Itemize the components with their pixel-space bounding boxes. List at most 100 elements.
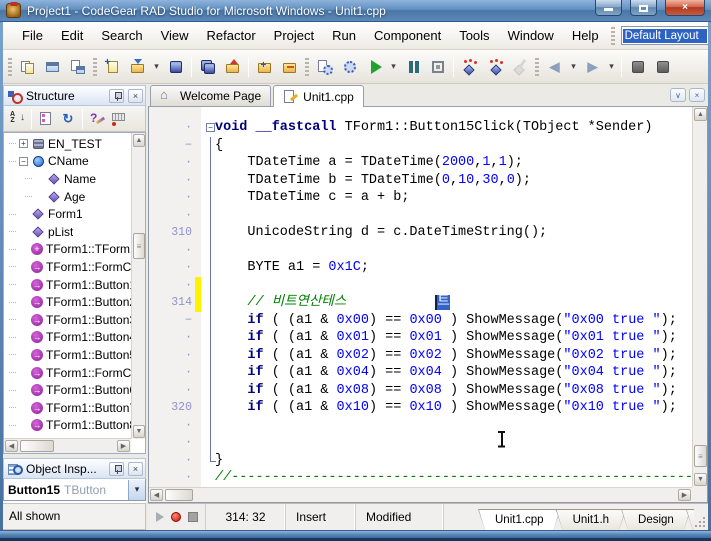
close-button[interactable]: × xyxy=(665,0,705,16)
program-reset-button[interactable] xyxy=(425,55,450,79)
tree-item-name[interactable]: Name xyxy=(5,170,131,188)
tree-item-tform1-button8[interactable]: →TForm1::Button8 xyxy=(5,417,131,435)
doc-pencil-button[interactable]: ? xyxy=(86,109,108,129)
remove-from-project-button[interactable] xyxy=(277,55,302,79)
tree-horizontal-scrollbar[interactable]: ◀ ▶ xyxy=(4,438,131,453)
editor-horizontal-scrollbar[interactable]: ◀ ▶ xyxy=(149,487,692,502)
scroll-thumb[interactable] xyxy=(20,440,54,452)
scroll-right-icon[interactable]: ▶ xyxy=(678,489,691,501)
toolbar-grip[interactable] xyxy=(611,27,615,45)
open-file-dropdown-button[interactable]: ▾ xyxy=(150,55,163,79)
run-dropdown-button[interactable]: ▾ xyxy=(387,55,400,79)
code-text[interactable]: TDateTime c = a + b; xyxy=(215,189,409,207)
structure-close-button[interactable]: × xyxy=(128,89,143,103)
resize-grip[interactable] xyxy=(694,504,708,530)
scroll-right-icon[interactable]: ▶ xyxy=(117,440,130,452)
toolbar-grip[interactable] xyxy=(93,58,97,76)
menu-component[interactable]: Component xyxy=(365,24,450,47)
editor-vertical-scrollbar[interactable]: ▲ ≡ ▼ xyxy=(692,107,707,487)
new-file-button[interactable]: + xyxy=(100,55,125,79)
play-icon[interactable] xyxy=(156,512,164,522)
toolbar-grip[interactable] xyxy=(305,58,309,76)
tree-item-tform1-button3[interactable]: →TForm1::Button3 xyxy=(5,311,131,329)
inspector-pin-button[interactable] xyxy=(109,462,124,476)
menu-help[interactable]: Help xyxy=(563,24,608,47)
code-text[interactable]: } xyxy=(215,452,223,470)
pause-button[interactable] xyxy=(400,55,425,79)
ruler-button[interactable] xyxy=(108,109,130,129)
code-text[interactable]: UnicodeString d = c.DateTimeString(); xyxy=(215,224,547,242)
scroll-thumb[interactable] xyxy=(165,489,193,501)
bottom-tab-design[interactable]: Design xyxy=(621,509,691,530)
desktop-layout-combo[interactable]: Default Layout ▾ xyxy=(621,26,708,45)
refresh-button[interactable]: ↻ xyxy=(57,109,79,129)
tree-item-tform1-button6[interactable]: →TForm1::Button6 xyxy=(5,381,131,399)
build-project-button[interactable] xyxy=(337,55,362,79)
toolbar-grip[interactable] xyxy=(535,58,539,76)
scroll-up-icon[interactable]: ▲ xyxy=(694,108,707,121)
menu-view[interactable]: View xyxy=(152,24,198,47)
structure-pin-button[interactable] xyxy=(109,89,124,103)
code-text[interactable]: void __fastcall TForm1::Button15Click(TO… xyxy=(215,119,652,137)
expand-icon[interactable]: + xyxy=(19,139,28,148)
tree-item-tform1-button7[interactable]: →TForm1::Button7 xyxy=(5,399,131,417)
toggle-form-unit-button[interactable] xyxy=(65,55,90,79)
tree-vertical-scrollbar[interactable]: ▲ ≡ ▼ xyxy=(131,133,145,439)
tree-item-tform1-button2[interactable]: →TForm1::Button2 xyxy=(5,293,131,311)
title-bar[interactable]: Project1 - CodeGear RAD Studio for Micro… xyxy=(0,0,711,22)
scroll-left-icon[interactable]: ◀ xyxy=(150,489,163,501)
scroll-thumb[interactable]: ≡ xyxy=(694,445,707,467)
menu-tools[interactable]: Tools xyxy=(450,24,498,47)
scroll-up-icon[interactable]: ▲ xyxy=(133,134,145,147)
bottom-tab-unit1-h[interactable]: Unit1.h xyxy=(556,509,626,530)
inspector-object-combo[interactable]: Button15 TButton ▾ xyxy=(3,479,146,501)
tab-list-dropdown-icon[interactable]: ∨ xyxy=(670,88,686,102)
scroll-down-icon[interactable]: ▼ xyxy=(133,425,145,438)
toolbar-grip[interactable] xyxy=(8,58,12,76)
maximize-button[interactable] xyxy=(630,0,657,16)
collapse-icon[interactable]: − xyxy=(19,157,28,166)
scroll-left-icon[interactable]: ◀ xyxy=(5,440,18,452)
tree-item-plist[interactable]: pList xyxy=(5,223,131,241)
menu-run[interactable]: Run xyxy=(323,24,365,47)
navigate-forward-dropdown-button[interactable]: ▾ xyxy=(605,55,618,79)
menu-refactor[interactable]: Refactor xyxy=(198,24,265,47)
open-project-button[interactable] xyxy=(220,55,245,79)
code-area[interactable]: ·−void __fastcall TForm1::Button15Click(… xyxy=(149,107,692,487)
tab-welcome-page[interactable]: ⌂Welcome Page xyxy=(150,85,271,106)
add-to-project-button[interactable]: + xyxy=(252,55,277,79)
navigate-back-button[interactable]: ◀ xyxy=(542,55,567,79)
save-file-button[interactable] xyxy=(163,55,188,79)
tree-item-tform1-button4[interactable]: →TForm1::Button4 xyxy=(5,329,131,347)
code-text[interactable]: if ( (a1 & 0x02) == 0x02 ) ShowMessage("… xyxy=(215,347,677,365)
class-view-button[interactable] xyxy=(35,109,57,129)
tree-item-tform1-formcl[interactable]: →TForm1::FormCl xyxy=(5,364,131,382)
code-editor[interactable]: ·−void __fastcall TForm1::Button15Click(… xyxy=(148,107,708,503)
inspector-filter-status[interactable]: All shown xyxy=(3,503,146,530)
tab-close-icon[interactable]: × xyxy=(689,88,705,102)
code-text[interactable]: // 비트연산테스 트 xyxy=(215,294,450,312)
sort-alpha-button[interactable]: AZ↓ xyxy=(6,109,28,129)
inspector-close-button[interactable]: × xyxy=(128,462,143,476)
window-2-button[interactable] xyxy=(650,55,675,79)
tree-item-tform1-tform1[interactable]: +TForm1::TForm1 xyxy=(5,241,131,259)
step-over-button[interactable] xyxy=(457,55,482,79)
code-text[interactable]: if ( (a1 & 0x01) == 0x01 ) ShowMessage("… xyxy=(215,329,677,347)
code-text[interactable]: TDateTime a = TDateTime(2000,1,1); xyxy=(215,154,523,172)
trace-to-next-button[interactable] xyxy=(507,55,532,79)
tree-item-en-test[interactable]: +EN_TEST xyxy=(5,135,131,153)
menu-edit[interactable]: Edit xyxy=(52,24,92,47)
minimize-button[interactable] xyxy=(595,0,622,16)
code-text[interactable]: if ( (a1 & 0x04) == 0x04 ) ShowMessage("… xyxy=(215,364,677,382)
bottom-tab-unit1-cpp[interactable]: Unit1.cpp xyxy=(478,509,561,530)
window-1-button[interactable] xyxy=(625,55,650,79)
compile-unit-button[interactable] xyxy=(312,55,337,79)
code-text[interactable]: BYTE a1 = 0x1C; xyxy=(215,259,369,277)
code-text[interactable]: TDateTime b = TDateTime(0,10,30,0); xyxy=(215,172,531,190)
view-form-button[interactable] xyxy=(40,55,65,79)
code-text[interactable]: { xyxy=(215,137,223,155)
tree-item-tform1-button5[interactable]: →TForm1::Button5 xyxy=(5,346,131,364)
open-file-button[interactable] xyxy=(125,55,150,79)
tree-item-form1[interactable]: Form1 xyxy=(5,205,131,223)
code-text[interactable]: if ( (a1 & 0x00) == 0x00 ) ShowMessage("… xyxy=(215,312,677,330)
